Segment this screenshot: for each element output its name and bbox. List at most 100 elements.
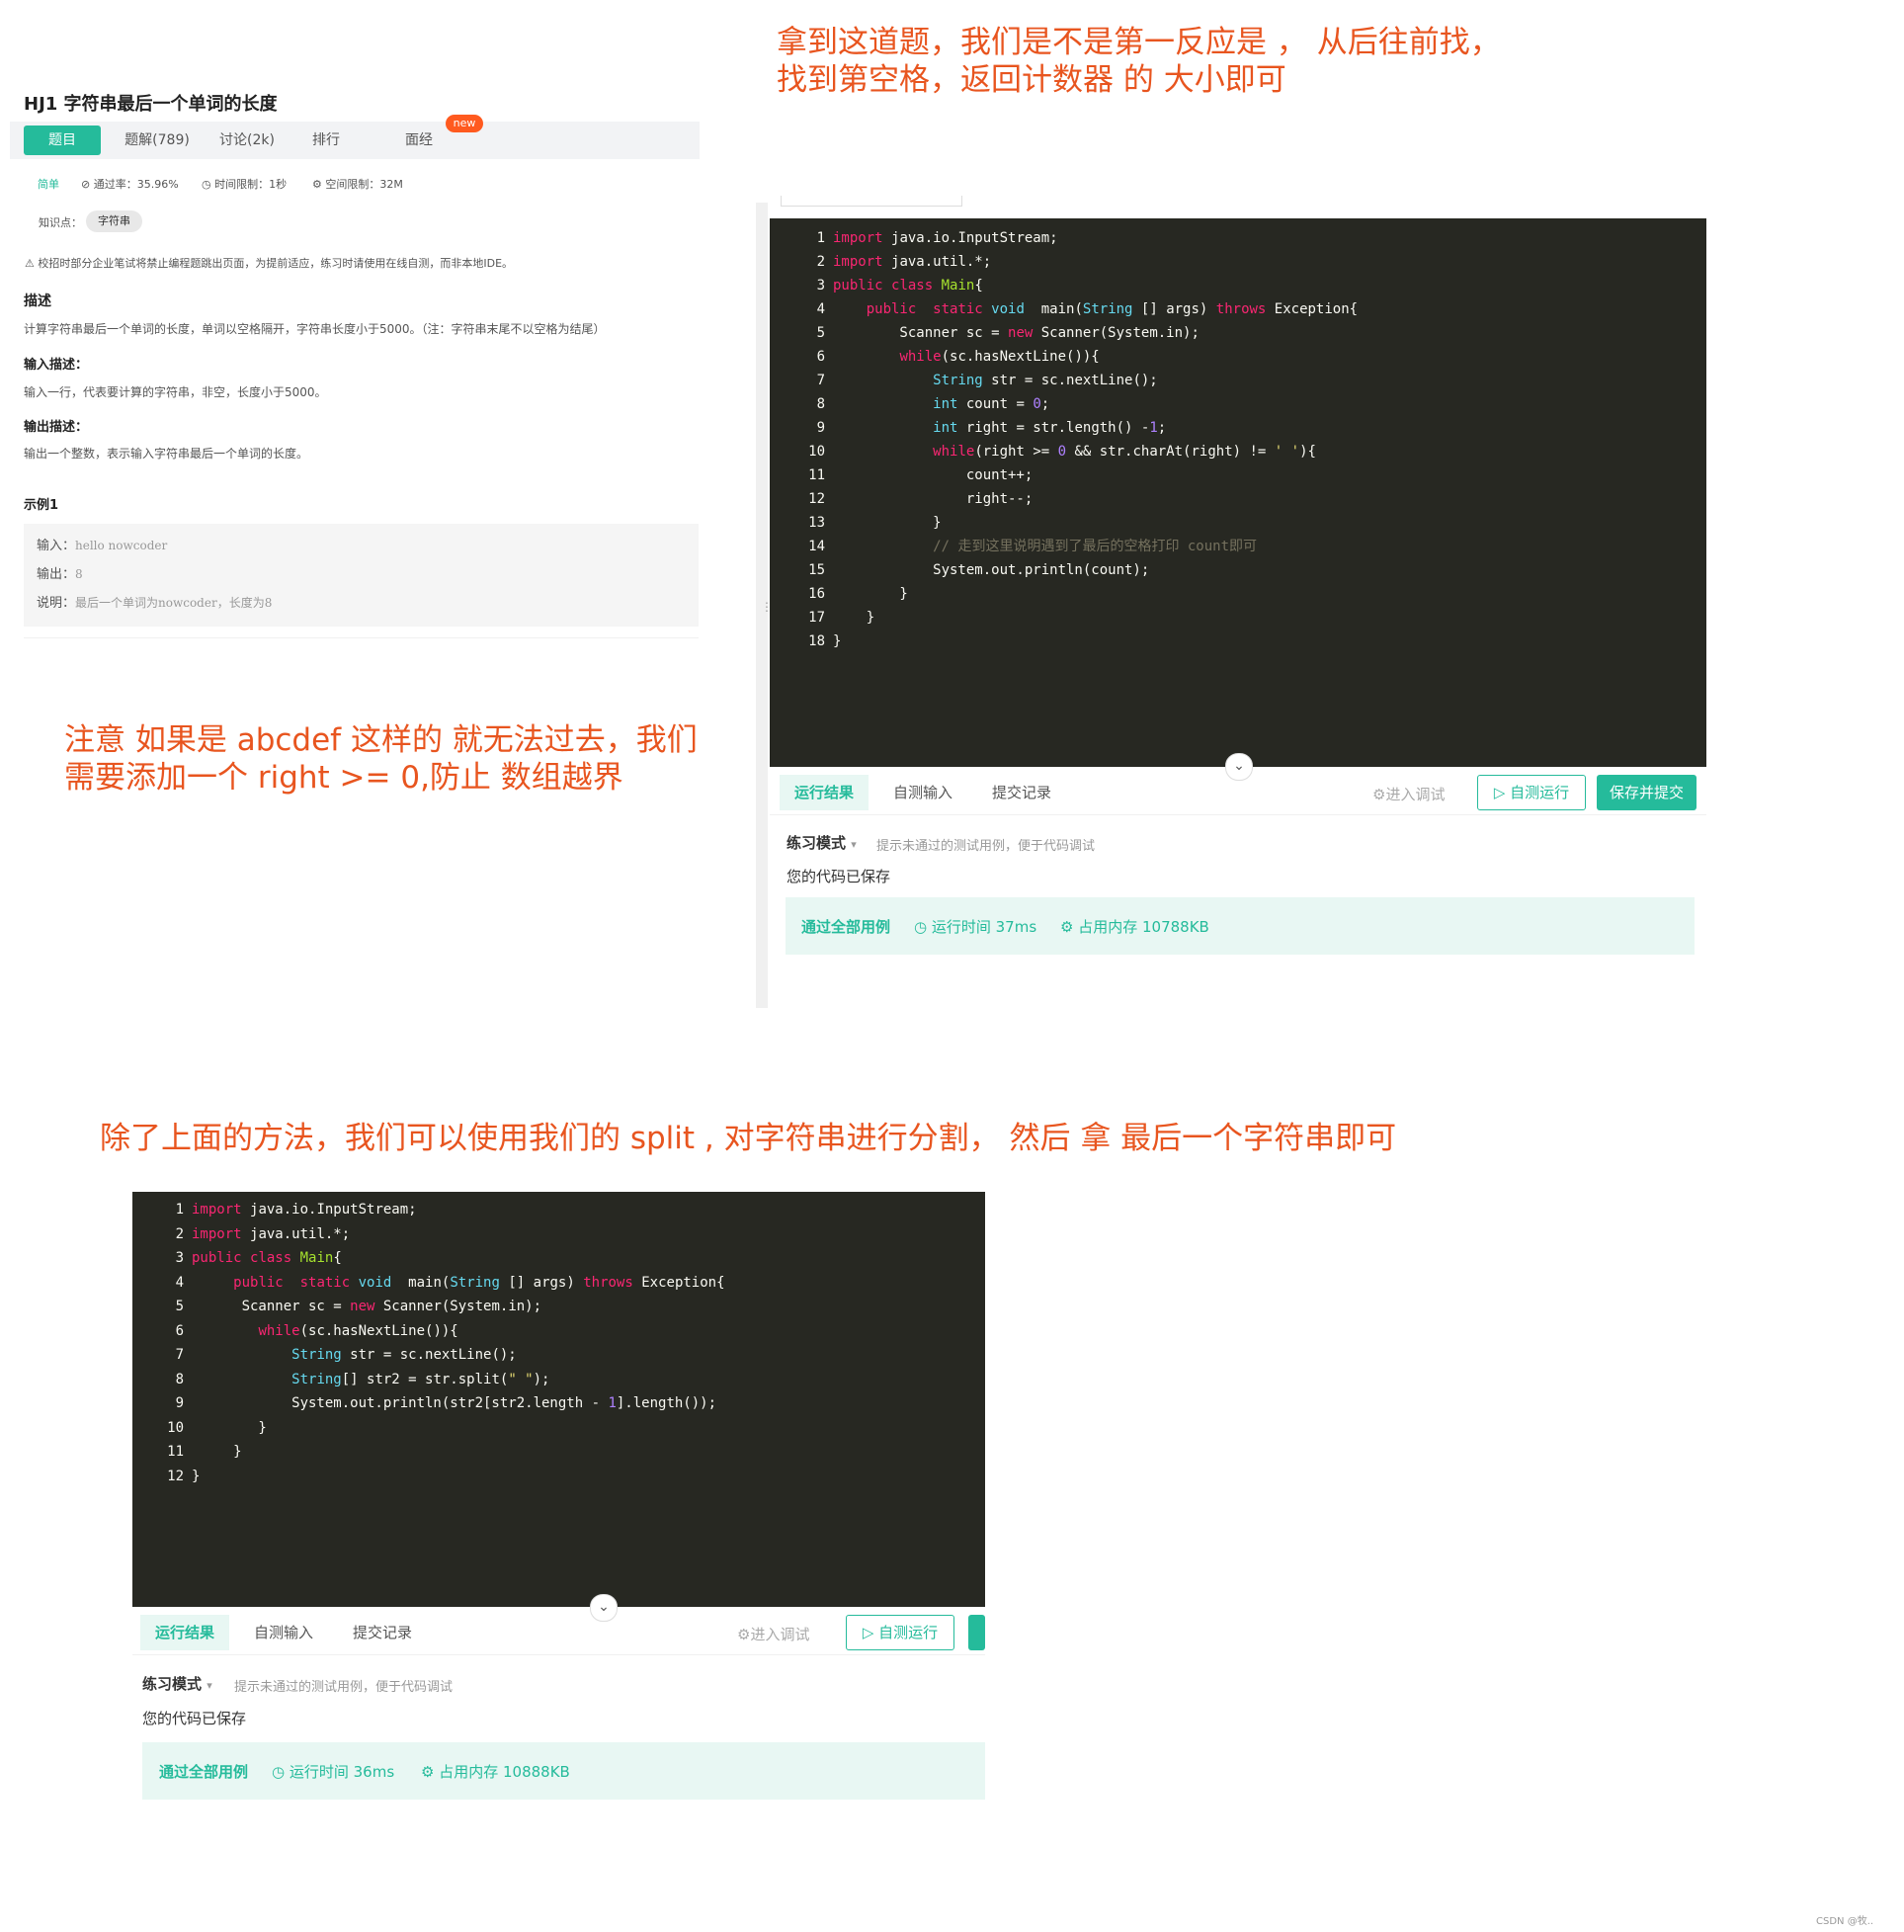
code-line[interactable]: 12 right--; — [770, 487, 1033, 511]
tab-solutions[interactable]: 题解(789) — [113, 126, 202, 155]
code-token: Exception{ — [1266, 301, 1359, 317]
code-token: count = — [957, 396, 1034, 412]
code-line[interactable]: 5 Scanner sc = new Scanner(System.in); — [770, 321, 1200, 345]
code-token: while — [258, 1322, 300, 1339]
code-line[interactable]: 10 } — [132, 1416, 267, 1440]
code-line[interactable]: 1 import java.io.InputStream; — [770, 226, 1058, 250]
code-line[interactable]: 5 Scanner sc = new Scanner(System.in); — [132, 1295, 541, 1318]
practice-mode-select[interactable]: 练习模式 ▾ — [786, 832, 857, 853]
practice-mode-hint: 提示未通过的测试用例，便于代码调试 — [234, 1680, 454, 1695]
code-line[interactable]: 2 import java.util.*; — [770, 250, 992, 274]
example-note-value: 最后一个单词为nowcoder，长度为8 — [75, 596, 273, 610]
description-heading: 描述 — [24, 294, 51, 309]
code-line[interactable]: 1 import java.io.InputStream; — [132, 1198, 417, 1221]
code-token: public — [233, 1274, 284, 1291]
line-number: 7 — [175, 1347, 184, 1363]
code-token: } — [192, 1444, 242, 1460]
result-tabbar-1: 运行结果 自测输入 提交记录 ⚙进入调试 ▷ 自测运行 保存并提交 — [770, 767, 1706, 812]
code-token: java.util.*; — [891, 254, 992, 270]
code-line[interactable]: 18} — [770, 630, 841, 653]
code-line[interactable]: 7 String str = sc.nextLine(); — [770, 369, 1158, 392]
tab-run-result[interactable]: 运行结果 — [780, 775, 869, 810]
code-line[interactable]: 8 int count = 0; — [770, 392, 1050, 416]
pass-result-box-1: 通过全部用例 ◷ 运行时间 37ms ⚙ 占用内存 10788KB — [786, 897, 1695, 955]
debug-button[interactable]: ⚙进入调试 — [737, 1624, 809, 1644]
code-token: right = str.length() - — [957, 420, 1150, 436]
example-heading: 示例1 — [24, 498, 59, 513]
code-line[interactable]: 16 } — [770, 582, 908, 606]
tab-run-result[interactable]: 运行结果 — [140, 1615, 229, 1650]
code-line[interactable]: 2 import java.util.*; — [132, 1222, 351, 1246]
tab-custom-input[interactable]: 自测输入 — [239, 1615, 328, 1650]
code-line[interactable]: 17 } — [770, 606, 874, 630]
knowledge-tag[interactable]: 字符串 — [86, 210, 142, 232]
caret-down-icon: ▾ — [207, 1679, 212, 1692]
tab-submit-records[interactable]: 提交记录 — [977, 775, 1066, 810]
tab-submit-records[interactable]: 提交记录 — [338, 1615, 427, 1650]
code-editor-1[interactable]: 1 import java.io.InputStream; 2 import java… — [770, 218, 1706, 767]
code-line[interactable]: 13 } — [770, 511, 941, 535]
practice-mode-select[interactable]: 练习模式 ▾ — [142, 1673, 212, 1694]
code-line[interactable]: 11 count++; — [770, 463, 1033, 487]
code-token: ; — [1040, 396, 1050, 412]
code-token: (right >= — [974, 444, 1058, 460]
code-line[interactable]: 8 String[] str2 = str.split(" "); — [132, 1368, 550, 1391]
code-token: public — [192, 1250, 242, 1266]
code-line[interactable]: 9 int right = str.length() -1; — [770, 416, 1167, 440]
submit-button[interactable]: 保存并提交 — [1597, 775, 1697, 810]
line-number: 3 — [816, 278, 825, 294]
code-line[interactable]: 9 System.out.println(str2[str2.length - … — [132, 1391, 716, 1415]
code-line[interactable]: 4 public static void main(String [] args… — [770, 297, 1359, 321]
code-line[interactable]: 11 } — [132, 1440, 242, 1464]
tab-custom-input[interactable]: 自测输入 — [878, 775, 967, 810]
space-limit: ⚙ 空间限制：32M — [312, 178, 403, 191]
code-line[interactable]: 14 // 走到这里说明遇到了最后的空格打印 count即可 — [770, 535, 1257, 558]
debug-button[interactable]: ⚙进入调试 — [1372, 784, 1445, 804]
code-token: } — [833, 586, 908, 602]
annotation-note-top-1: 拿到这道题，我们是不是第一反应是 ， 从后往前找， — [777, 25, 1501, 60]
submit-button-partial[interactable] — [968, 1615, 985, 1650]
tab-discussion[interactable]: 讨论(2k) — [207, 126, 287, 155]
code-line[interactable]: 15 System.out.println(count); — [770, 558, 1149, 582]
example-output-value: 8 — [75, 567, 83, 581]
run-button[interactable]: ▷ 自测运行 — [1477, 775, 1586, 810]
code-token: } — [833, 633, 842, 649]
code-editor-2[interactable]: 1 import java.io.InputStream; 2 import java… — [132, 1192, 985, 1607]
code-line[interactable]: 12} — [132, 1465, 200, 1488]
line-number: 6 — [816, 349, 825, 365]
tab-problem[interactable]: 题目 — [24, 126, 101, 155]
line-number: 11 — [167, 1444, 184, 1460]
code-token: throws — [583, 1274, 633, 1291]
code-token: str = sc.nextLine(); — [341, 1347, 517, 1363]
example-input-line: 输入：hello nowcoder — [37, 535, 167, 553]
code-token: } — [192, 1419, 267, 1436]
code-line[interactable]: 4 public static void main(String [] args… — [132, 1271, 725, 1295]
code-token: import — [833, 230, 892, 246]
annotation-note-top-2: 找到第空格，返回计数器 的 大小即可 — [777, 62, 1286, 98]
save-status: 您的代码已保存 — [786, 868, 891, 885]
code-line[interactable]: 7 String str = sc.nextLine(); — [132, 1343, 517, 1367]
difficulty-label: 简单 — [38, 178, 59, 191]
run-button[interactable]: ▷ 自测运行 — [846, 1615, 954, 1650]
practice-mode-label: 练习模式 — [786, 834, 847, 852]
result-divider-1 — [770, 814, 1706, 815]
pass-rate: ⊘ 通过率：35.96% — [81, 178, 179, 191]
code-line[interactable]: 3 public class Main{ — [132, 1246, 342, 1270]
practice-mode-hint: 提示未通过的测试用例，便于代码调试 — [876, 839, 1096, 854]
language-select-edge[interactable] — [781, 196, 962, 207]
output-description: 输出一个整数，表示输入字符串最后一个单词的长度。 — [24, 447, 309, 461]
tab-ranking[interactable]: 排行 — [296, 126, 356, 155]
runtime-text: ◷ 运行时间 36ms — [272, 1763, 395, 1781]
tab-interview[interactable]: 面经 — [389, 126, 449, 155]
code-line[interactable]: 6 while(sc.hasNextLine()){ — [132, 1319, 458, 1343]
watermark-text: CSDN @牧.. — [1816, 1916, 1874, 1927]
code-line[interactable]: 10 while(right >= 0 && str.charAt(right)… — [770, 440, 1316, 463]
code-line[interactable]: 3 public class Main{ — [770, 274, 983, 297]
code-line[interactable]: 6 while(sc.hasNextLine()){ — [770, 345, 1100, 369]
problem-title: HJ1 字符串最后一个单词的长度 — [24, 94, 278, 115]
